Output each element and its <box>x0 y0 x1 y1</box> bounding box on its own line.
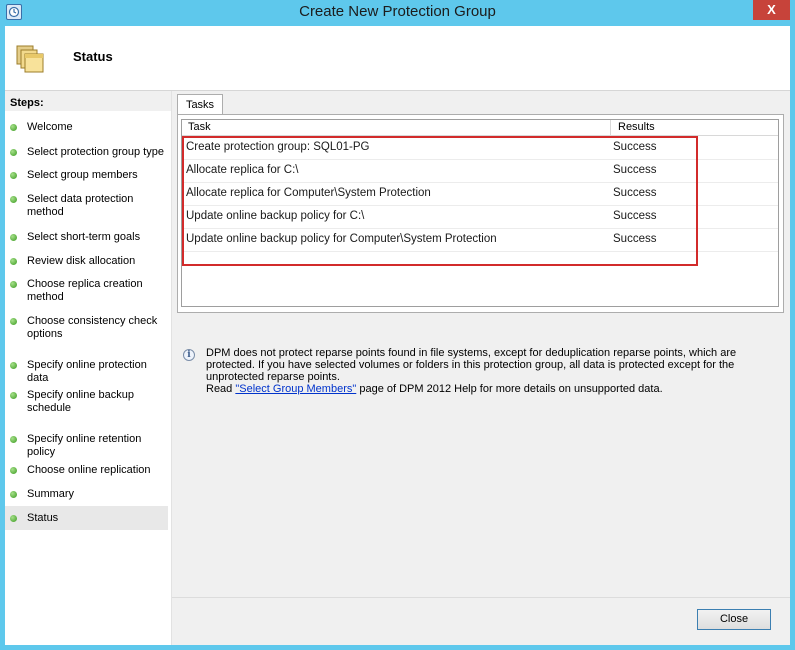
step-specify-online-protection-data[interactable]: Specify online protection data <box>5 359 168 385</box>
window-close-button[interactable]: X <box>753 0 790 20</box>
step-choose-online-replication[interactable]: Choose online replication <box>5 464 168 477</box>
tasks-tab-panel: Task Results Create protection group: SQ… <box>177 114 784 313</box>
task-cell: Update online backup policy for C:\ <box>186 210 365 222</box>
footer-divider <box>172 597 790 598</box>
step-complete-icon <box>10 234 17 241</box>
step-label: Select data protection method <box>27 193 134 218</box>
table-header: Task Results <box>182 120 778 136</box>
result-cell: Success <box>613 233 657 245</box>
result-cell: Success <box>613 210 657 222</box>
step-label: Welcome <box>27 121 73 133</box>
result-cell: Success <box>613 187 657 199</box>
step-complete-icon <box>10 258 17 265</box>
table-row[interactable]: Update online backup policy for C:\ Succ… <box>182 205 778 229</box>
column-header-results[interactable]: Results <box>618 121 655 133</box>
step-review-disk-allocation[interactable]: Review disk allocation <box>5 255 168 268</box>
info-read-line: Read "Select Group Members" page of DPM … <box>206 383 756 395</box>
step-complete-icon <box>10 436 17 443</box>
step-label: Review disk allocation <box>27 255 136 267</box>
step-summary[interactable]: Summary <box>5 488 168 501</box>
step-select-group-members[interactable]: Select group members <box>5 169 168 182</box>
step-choose-consistency-check-options[interactable]: Choose consistency check options <box>5 315 168 341</box>
tasks-table[interactable]: Task Results Create protection group: SQ… <box>181 119 779 307</box>
step-label: Specify online retention policy <box>27 433 142 458</box>
step-label: Summary <box>27 488 75 500</box>
step-specify-online-retention-policy[interactable]: Specify online retention policy <box>5 433 168 459</box>
step-label: Select protection group type <box>27 146 164 158</box>
step-welcome[interactable]: Welcome <box>5 121 168 134</box>
step-complete-icon <box>10 196 17 203</box>
step-complete-icon <box>10 172 17 179</box>
step-label: Select group members <box>27 169 138 181</box>
info-icon: i <box>183 349 195 361</box>
step-select-protection-group-type[interactable]: Select protection group type <box>5 146 168 159</box>
step-label: Specify online protection data <box>27 359 147 384</box>
close-button[interactable]: Close <box>697 609 771 630</box>
step-select-short-term-goals[interactable]: Select short-term goals <box>5 231 168 244</box>
task-cell: Update online backup policy for Computer… <box>186 233 497 245</box>
step-label: Choose replica creation method <box>27 278 143 303</box>
wizard-header: Status <box>5 26 790 91</box>
step-choose-replica-creation-method[interactable]: Choose replica creation method <box>5 278 168 304</box>
title-bar[interactable]: Create New Protection Group X <box>0 0 795 26</box>
step-complete-icon <box>10 491 17 498</box>
steps-panel: Steps: Welcome Select protection group t… <box>5 91 172 645</box>
column-divider[interactable] <box>610 120 611 135</box>
step-complete-icon <box>10 318 17 325</box>
table-row[interactable]: Update online backup policy for Computer… <box>182 228 778 252</box>
step-label: Choose consistency check options <box>27 315 158 340</box>
info-message: DPM does not protect reparse points foun… <box>206 347 756 395</box>
select-group-members-link[interactable]: "Select Group Members" <box>235 383 356 395</box>
table-row[interactable]: Create protection group: SQL01-PG Succes… <box>182 136 778 160</box>
page-title: Status <box>73 49 113 64</box>
main-panel: Tasks Task Results Create protection gro… <box>172 91 790 645</box>
result-cell: Success <box>613 164 657 176</box>
dialog-window: Create New Protection Group X Status Ste… <box>0 0 795 650</box>
step-complete-icon <box>10 149 17 156</box>
info-line-1: DPM does not protect reparse points foun… <box>206 347 737 359</box>
info-line-2: protected. If you have selected volumes … <box>206 359 735 371</box>
step-specify-online-backup-schedule[interactable]: Specify online backup schedule <box>5 389 168 415</box>
step-complete-icon <box>10 515 17 522</box>
step-complete-icon <box>10 392 17 399</box>
table-row[interactable]: Allocate replica for C:\ Success <box>182 159 778 183</box>
column-header-task[interactable]: Task <box>188 121 211 133</box>
step-select-data-protection-method[interactable]: Select data protection method <box>5 193 168 219</box>
window-title: Create New Protection Group <box>299 3 496 20</box>
step-label: Select short-term goals <box>27 231 141 243</box>
task-cell: Create protection group: SQL01-PG <box>186 141 370 153</box>
step-complete-icon <box>10 124 17 131</box>
step-complete-icon <box>10 362 17 369</box>
info-read-suffix: page of DPM 2012 Help for more details o… <box>356 383 663 395</box>
result-cell: Success <box>613 141 657 153</box>
info-line-3: unprotected reparse points. <box>206 371 340 383</box>
info-read-prefix: Read <box>206 383 236 395</box>
steps-title: Steps: <box>10 97 44 109</box>
step-label: Choose online replication <box>27 464 151 476</box>
folder-stack-icon <box>15 44 45 77</box>
step-complete-icon <box>10 281 17 288</box>
task-cell: Allocate replica for Computer\System Pro… <box>186 187 431 199</box>
step-status[interactable]: Status <box>5 506 168 530</box>
step-label: Status <box>27 512 59 524</box>
step-label: Specify online backup schedule <box>27 389 135 414</box>
dialog-client-area: Status Steps: Welcome Select protection … <box>5 26 790 645</box>
tab-tasks[interactable]: Tasks <box>177 94 223 115</box>
step-complete-icon <box>10 467 17 474</box>
table-row[interactable]: Allocate replica for Computer\System Pro… <box>182 182 778 206</box>
task-cell: Allocate replica for C:\ <box>186 164 299 176</box>
